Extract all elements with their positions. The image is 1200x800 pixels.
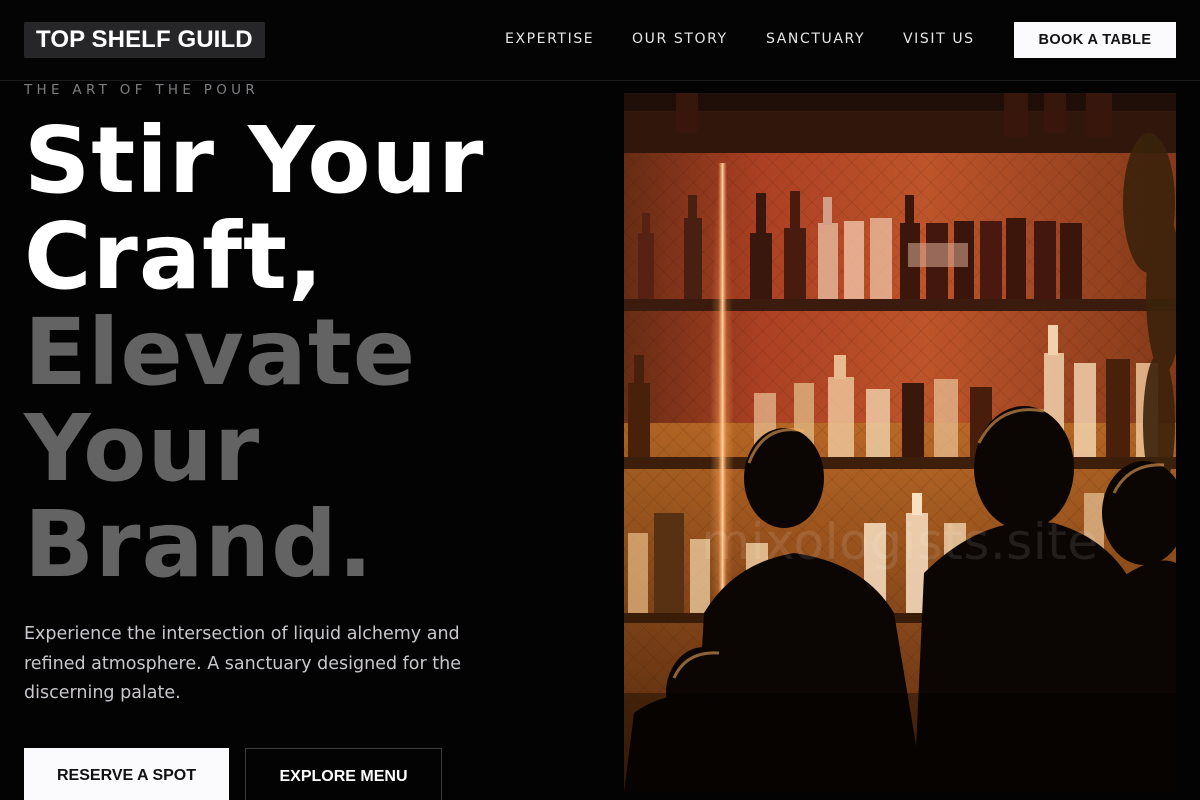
hero-photo: mixologists.site	[624, 93, 1176, 793]
headline-line-4: Your	[24, 395, 261, 502]
nav-expertise[interactable]: EXPERTISE	[505, 31, 594, 47]
site-header: TOP SHELF GUILD EXPERTISE OUR STORY SANC…	[0, 0, 1200, 81]
explore-menu-button[interactable]: EXPLORE MENU	[245, 748, 442, 800]
reserve-spot-button[interactable]: RESERVE A SPOT	[24, 748, 229, 800]
headline-line-2: Craft,	[24, 203, 324, 310]
nav-sanctuary[interactable]: SANCTUARY	[766, 31, 865, 47]
nav-visit-us[interactable]: VISIT US	[903, 31, 975, 47]
nav-our-story[interactable]: OUR STORY	[632, 31, 728, 47]
bar-scene-image	[624, 93, 1176, 793]
headline-line-5: Brand.	[24, 491, 374, 598]
headline-line-1: Stir Your	[24, 107, 485, 214]
headline-line-3: Elevate	[24, 299, 417, 406]
brand-logo[interactable]: TOP SHELF GUILD	[24, 22, 265, 58]
photo-watermark: mixologists.site	[701, 513, 1099, 571]
hero-description: Experience the intersection of liquid al…	[24, 624, 461, 703]
hero-eyebrow: THE ART OF THE POUR	[24, 82, 260, 98]
book-table-button[interactable]: BOOK A TABLE	[1014, 22, 1176, 58]
